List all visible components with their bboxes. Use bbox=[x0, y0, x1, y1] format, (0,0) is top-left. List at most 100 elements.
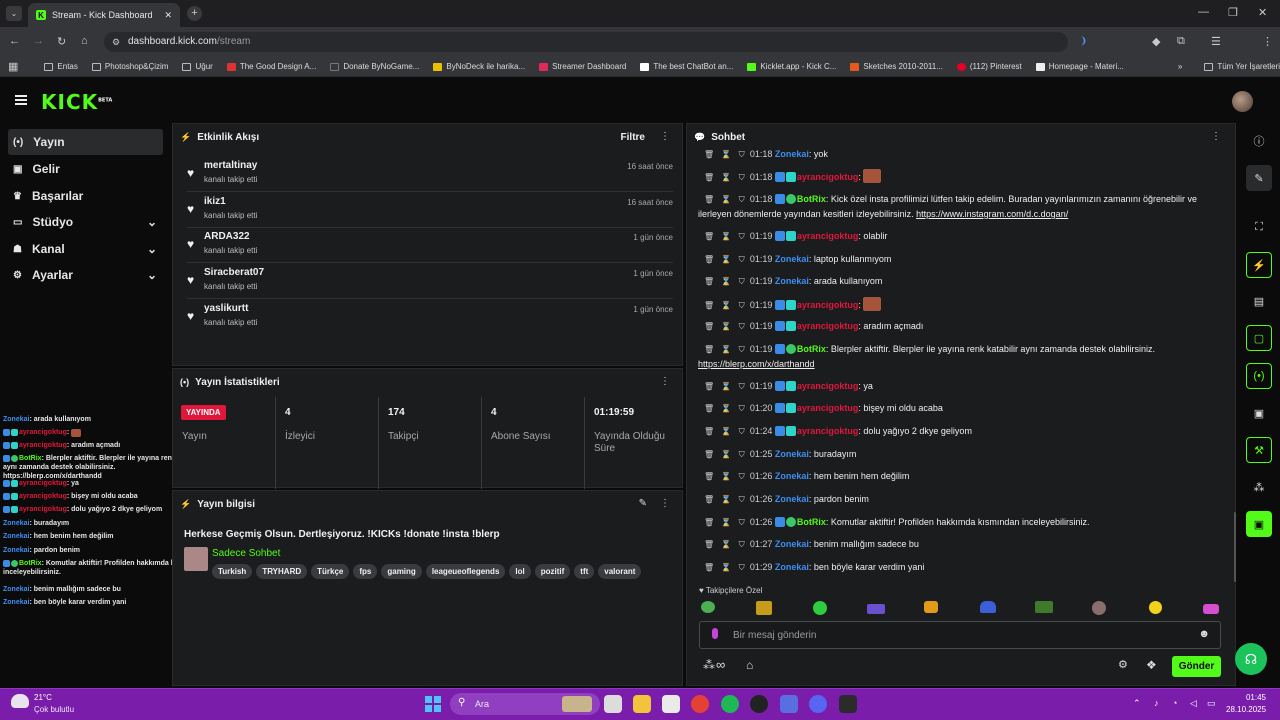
chat-icon[interactable]: ▢ bbox=[1246, 325, 1272, 351]
stream-tag[interactable]: leageueoflegends bbox=[425, 564, 506, 579]
send-button[interactable]: Gönder bbox=[1172, 656, 1221, 677]
support-headset-icon[interactable]: ☊ bbox=[1235, 643, 1267, 675]
emote[interactable] bbox=[980, 601, 996, 613]
activity-event[interactable]: ♥ ARDA322 kanalı takip etti 1 gün önce bbox=[187, 229, 673, 264]
activity-event[interactable]: ♥ mertaltinay kanalı takip etti 16 saat önc… bbox=[187, 158, 673, 192]
chat-username[interactable]: Zonekai bbox=[775, 539, 809, 549]
chat-username[interactable]: Zonekai bbox=[775, 276, 809, 286]
chat-username[interactable]: ayrancigoktug bbox=[797, 300, 859, 310]
chat-username[interactable]: Zonekai bbox=[775, 494, 809, 504]
clock-date[interactable]: 28.10.2025 bbox=[1226, 705, 1266, 714]
tab-close-icon[interactable]: ✕ bbox=[164, 10, 172, 21]
timeout-icon[interactable]: ⌛ bbox=[721, 301, 733, 310]
more-options-icon[interactable]: ⋮ bbox=[660, 498, 670, 509]
site-info-icon[interactable]: ⚙ bbox=[112, 32, 120, 52]
extensions-puzzle-icon[interactable]: ⧉ bbox=[1177, 35, 1185, 48]
sparkle-icon[interactable]: ⁂ bbox=[703, 658, 715, 672]
chat-link[interactable]: https://www.instagram.com/d.c.dogan/ bbox=[916, 209, 1068, 219]
chat-username[interactable]: Zonekai bbox=[775, 562, 809, 572]
chat-username[interactable]: ayrancigoktug bbox=[797, 381, 859, 391]
minimize-icon[interactable]: — bbox=[1198, 6, 1209, 18]
delete-message-icon[interactable]: 🗑 bbox=[704, 195, 716, 204]
emote[interactable] bbox=[1092, 601, 1106, 615]
kick-logo[interactable]: KICKBETA bbox=[41, 90, 112, 114]
chat-username[interactable]: BotRix bbox=[797, 194, 826, 204]
ban-shield-icon[interactable]: ⛉ bbox=[739, 173, 747, 182]
store-icon[interactable]: ⌂ bbox=[746, 658, 753, 672]
timeout-icon[interactable]: ⌛ bbox=[721, 450, 733, 459]
ban-shield-icon[interactable]: ⛉ bbox=[739, 277, 747, 286]
ban-shield-icon[interactable]: ⛉ bbox=[739, 563, 747, 572]
info-icon[interactable]: ⓘ bbox=[1246, 128, 1272, 154]
chat-username[interactable]: ayrancigoktug bbox=[797, 426, 859, 436]
microphone-icon[interactable]: ♪ bbox=[1154, 698, 1159, 708]
timeout-icon[interactable]: ⌛ bbox=[721, 404, 733, 413]
stream-tag[interactable]: Turkish bbox=[212, 564, 253, 579]
timeout-icon[interactable]: ⌛ bbox=[721, 277, 733, 286]
wrench-icon[interactable]: ⚒ bbox=[1246, 437, 1272, 463]
store-icon[interactable] bbox=[662, 695, 680, 713]
stream-tag[interactable]: tft bbox=[574, 564, 595, 579]
chat-username[interactable]: Zonekai bbox=[775, 149, 809, 159]
stream-tag[interactable]: valorant bbox=[598, 564, 642, 579]
extension-icon[interactable]: ◆ bbox=[1152, 35, 1160, 48]
delete-message-icon[interactable]: 🗑 bbox=[704, 450, 716, 459]
sidebar-item-kanal[interactable]: ☗ Kanal ⌄ bbox=[8, 236, 163, 262]
chat-username[interactable]: ayrancigoktug bbox=[797, 321, 859, 331]
chat-username[interactable]: Zonekai bbox=[775, 254, 809, 264]
chat-settings-gear-icon[interactable]: ⚙ bbox=[1118, 658, 1128, 671]
ban-shield-icon[interactable]: ⛉ bbox=[739, 195, 747, 204]
emote[interactable] bbox=[867, 604, 885, 614]
bookmark-item[interactable]: ByNoDeck ile harika... bbox=[426, 62, 532, 71]
edit-pencil-icon[interactable]: ✎ bbox=[639, 498, 647, 509]
sidebar-item-ayarlar[interactable]: ⚙ Ayarlar ⌄ bbox=[8, 262, 163, 288]
timeout-icon[interactable]: ⌛ bbox=[721, 495, 733, 504]
delete-message-icon[interactable]: 🗑 bbox=[704, 563, 716, 572]
activity-event[interactable]: ♥ ikiz1 kanalı takip etti 16 saat önce bbox=[187, 194, 673, 228]
delete-message-icon[interactable]: 🗑 bbox=[704, 518, 716, 527]
bookmark-item[interactable]: Streamer Dashboard bbox=[532, 62, 633, 71]
discord-icon[interactable] bbox=[809, 695, 827, 713]
stream-tag[interactable]: lol bbox=[509, 564, 531, 579]
emoji-icon[interactable]: ☻ bbox=[1198, 628, 1210, 640]
delete-message-icon[interactable]: 🗑 bbox=[704, 277, 716, 286]
chat-username[interactable]: BotRix bbox=[797, 517, 826, 527]
timeout-icon[interactable]: ⌛ bbox=[721, 563, 733, 572]
ban-shield-icon[interactable]: ⛉ bbox=[739, 518, 747, 527]
chat-bubbles-icon[interactable]: ❖ bbox=[1146, 658, 1157, 672]
back-icon[interactable]: ← bbox=[9, 35, 20, 47]
timeout-icon[interactable]: ⌛ bbox=[721, 322, 733, 331]
edit-icon[interactable]: ✎ bbox=[1246, 165, 1272, 191]
delete-message-icon[interactable]: 🗑 bbox=[704, 427, 716, 436]
reading-list-icon[interactable]: ☰ bbox=[1211, 35, 1221, 48]
ban-shield-icon[interactable]: ⛉ bbox=[739, 495, 747, 504]
timeout-icon[interactable]: ⌛ bbox=[721, 232, 733, 241]
sidebar-item-yayin[interactable]: (•) Yayın bbox=[8, 129, 163, 155]
url-field[interactable]: ⚙ dashboard.kick.com/stream bbox=[104, 32, 1068, 52]
timeout-icon[interactable]: ⌛ bbox=[721, 195, 733, 204]
timeout-icon[interactable]: ⌛ bbox=[721, 255, 733, 264]
emote[interactable] bbox=[1035, 601, 1053, 613]
reload-icon[interactable]: ↻ bbox=[57, 35, 66, 48]
file-explorer-icon[interactable] bbox=[633, 695, 651, 713]
sidebar-item-gelir[interactable]: ▣ Gelir bbox=[8, 156, 163, 182]
bookmark-item[interactable]: (112) Pinterest bbox=[950, 62, 1029, 71]
chat-username[interactable]: BotRix bbox=[797, 344, 826, 354]
timeout-icon[interactable]: ⌛ bbox=[721, 150, 733, 159]
new-tab-icon[interactable]: + bbox=[187, 6, 202, 21]
apps-grid-icon[interactable]: ▦ bbox=[0, 60, 26, 73]
chat-username[interactable]: ayrancigoktug bbox=[797, 403, 859, 413]
printer-icon[interactable]: ▣ bbox=[1246, 400, 1272, 426]
app-icon[interactable]: ▣ bbox=[1246, 511, 1272, 537]
broadcast-icon[interactable]: (•) bbox=[1246, 363, 1272, 389]
wifi-icon[interactable]: ◔ bbox=[1172, 698, 1177, 708]
chat-input[interactable]: Bir mesaj gönderin ☻ bbox=[699, 621, 1221, 649]
category-name[interactable]: Sadece Sohbet bbox=[212, 548, 280, 559]
ban-shield-icon[interactable]: ⛉ bbox=[739, 255, 747, 264]
ban-shield-icon[interactable]: ⛉ bbox=[739, 150, 747, 159]
chat-username[interactable]: Zonekai bbox=[775, 449, 809, 459]
activity-event[interactable]: ♥ Siracberat07 kanalı takip etti 1 gün önce bbox=[187, 265, 673, 300]
ban-shield-icon[interactable]: ⛉ bbox=[739, 450, 747, 459]
extension-icon[interactable]: ❩ bbox=[1079, 36, 1087, 47]
chrome-icon[interactable] bbox=[691, 695, 709, 713]
